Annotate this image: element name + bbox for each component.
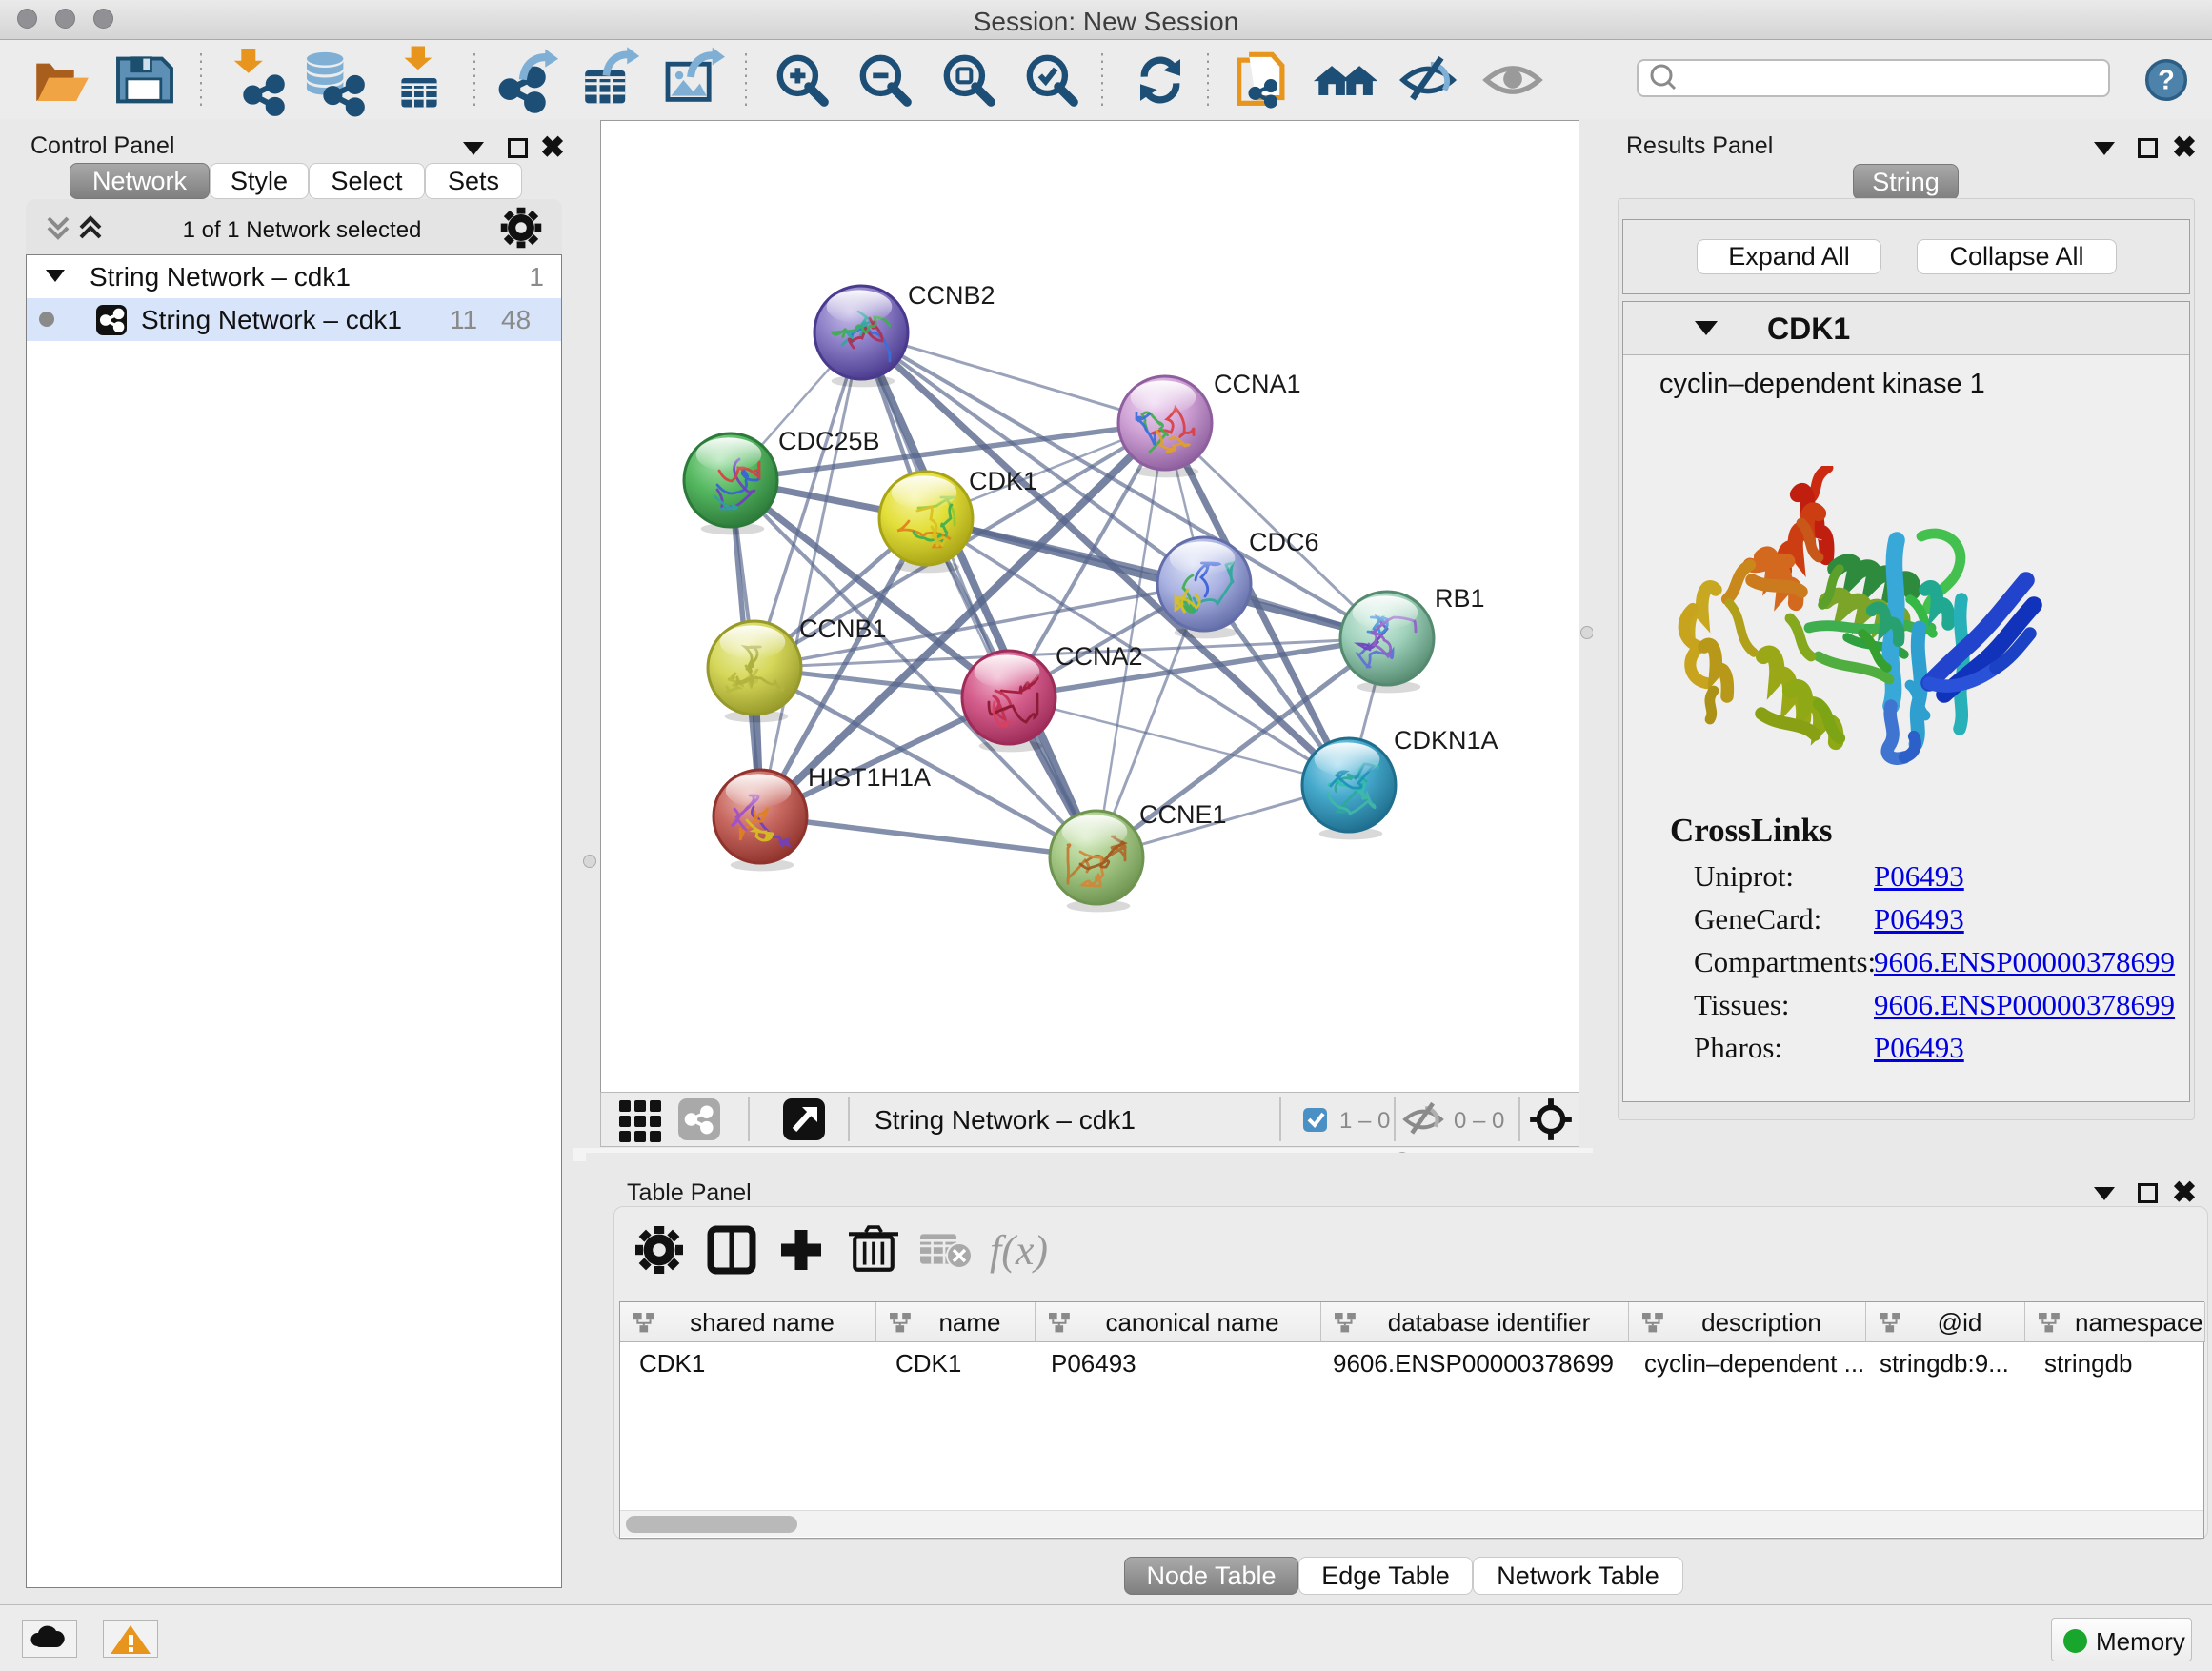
- svg-text:HIST1H1A: HIST1H1A: [808, 763, 931, 792]
- svg-text:CCNB2: CCNB2: [908, 281, 995, 310]
- svg-text:RB1: RB1: [1435, 584, 1485, 613]
- svg-text:1 of 1 Network selected: 1 of 1 Network selected: [183, 217, 422, 243]
- svg-text:f(x): f(x): [990, 1227, 1048, 1274]
- svg-text:?: ?: [2158, 65, 2175, 95]
- svg-text:CDKN1A: CDKN1A: [1394, 726, 1498, 755]
- svg-text:CCNB1: CCNB1: [799, 614, 887, 643]
- svg-text:CCNA1: CCNA1: [1214, 370, 1301, 398]
- svg-text:CDK1: CDK1: [969, 467, 1037, 495]
- svg-text:CDC6: CDC6: [1249, 528, 1319, 556]
- svg-text:CDC25B: CDC25B: [778, 427, 880, 455]
- svg-text:CCNE1: CCNE1: [1139, 800, 1227, 829]
- svg-text:CCNA2: CCNA2: [1056, 642, 1143, 671]
